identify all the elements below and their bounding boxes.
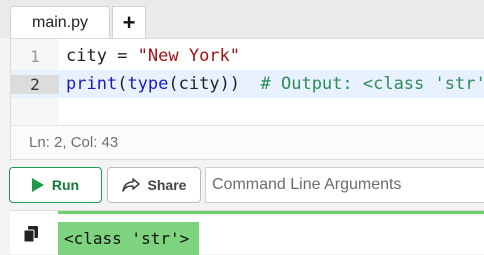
- code-line-active[interactable]: 2 print(type(city)) # Output: <class 'st…: [11, 70, 484, 98]
- code-text: print(type(city)) # Output: <class 'str'…: [59, 74, 484, 94]
- code-token: (city)): [168, 74, 261, 94]
- add-tab-button[interactable]: +: [112, 6, 146, 38]
- copy-icon[interactable]: [23, 226, 38, 247]
- output-panel: <class 'str'>: [10, 210, 484, 255]
- output-status-bar: [58, 211, 484, 214]
- cursor-position: Ln: 2, Col: 43: [29, 134, 119, 151]
- line-number: 2: [11, 74, 59, 94]
- share-arrow-icon: [121, 178, 140, 192]
- status-bar: Ln: 2, Col: 43: [11, 125, 484, 159]
- share-button[interactable]: Share: [107, 167, 201, 203]
- run-button-label: Run: [51, 177, 80, 193]
- code-editor[interactable]: 1 city = "New York" 2 print(type(city)) …: [10, 38, 484, 160]
- play-icon: [31, 178, 44, 192]
- tab-bar: main.py +: [0, 0, 484, 38]
- code-token-keyword: print: [66, 74, 118, 94]
- code-line[interactable]: 1 city = "New York": [11, 42, 484, 70]
- command-line-arguments-input[interactable]: Command Line Arguments: [205, 167, 484, 203]
- code-text: city = "New York": [59, 46, 240, 66]
- code-token: city =: [66, 46, 138, 66]
- line-number: 1: [30, 46, 40, 66]
- code-token-keyword: type: [127, 74, 169, 94]
- code-token-string: "New York": [137, 46, 241, 66]
- share-button-label: Share: [147, 177, 187, 193]
- run-button[interactable]: Run: [9, 167, 102, 203]
- tab-main-py[interactable]: main.py: [10, 6, 110, 38]
- code-token: (: [117, 74, 128, 94]
- run-controls: Run Share Command Line Arguments: [0, 160, 484, 210]
- code-token-comment: # Output: <class 'str'>: [260, 74, 484, 94]
- output-text: <class 'str'>: [58, 222, 200, 255]
